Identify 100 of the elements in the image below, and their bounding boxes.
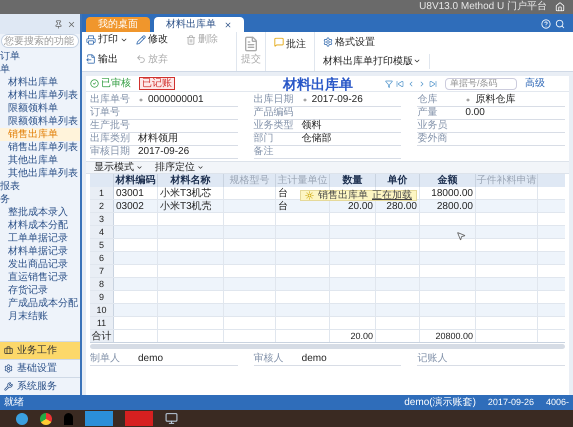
- form-field[interactable]: 0000000001: [148, 94, 238, 106]
- approve-button[interactable]: 批注: [274, 32, 306, 71]
- sidebar-item[interactable]: 发出商品记录: [0, 258, 80, 271]
- form-field[interactable]: 材料领用: [138, 133, 238, 145]
- sidebar-item[interactable]: 限额领料单: [0, 102, 80, 115]
- horizontal-scrollbar[interactable]: [90, 344, 565, 349]
- sidebar-item[interactable]: 材料出库单: [0, 76, 80, 89]
- form-field[interactable]: 领料: [302, 120, 402, 132]
- sidebar-item[interactable]: 材料单据记录: [0, 245, 80, 258]
- section-tab[interactable]: 业务工作: [0, 341, 80, 359]
- row-number: 5: [90, 239, 114, 251]
- search-icon[interactable]: [555, 19, 565, 29]
- status-date: 2017-09-26: [488, 398, 534, 407]
- undo-icon: [136, 54, 146, 64]
- form-field[interactable]: 仓储部: [302, 133, 402, 145]
- next-icon[interactable]: [418, 80, 426, 88]
- filter-icon[interactable]: [385, 80, 393, 88]
- format-button[interactable]: 格式设置: [323, 34, 430, 50]
- sidebar-item[interactable]: 其他出库单列表: [0, 167, 80, 180]
- row-number: 8: [90, 278, 114, 290]
- row-number: 1: [90, 187, 114, 199]
- search-field[interactable]: 您要搜索的功能: [1, 34, 79, 48]
- sidebar-item[interactable]: 直运销售记录: [0, 271, 80, 284]
- sidebar-item[interactable]: 整批成本录入: [0, 206, 80, 219]
- previous-icon[interactable]: [407, 80, 415, 88]
- sidebar-item[interactable]: 销售出库单列表: [0, 141, 80, 154]
- table-cell: 03001: [116, 188, 144, 199]
- row-number: 9: [90, 291, 114, 303]
- close-icon[interactable]: [67, 20, 76, 28]
- sidebar-item[interactable]: 材料成本分配: [0, 219, 80, 232]
- sidebar-item[interactable]: 存货记录: [0, 284, 80, 297]
- sidebar-item[interactable]: 订单: [0, 50, 80, 63]
- form-field[interactable]: 2017-09-26: [312, 94, 402, 106]
- first-icon[interactable]: [396, 80, 404, 88]
- monitor-icon[interactable]: [165, 412, 178, 425]
- sidebar-item[interactable]: 产成品成本分配: [0, 297, 80, 310]
- row-number: 6: [90, 252, 114, 264]
- trash-icon: [186, 34, 196, 44]
- table-cell: 台: [278, 201, 288, 212]
- form-field[interactable]: 0.00: [465, 107, 565, 119]
- sidebar-item[interactable]: 月末结账: [0, 310, 80, 323]
- view-menu[interactable]: 显示模式: [94, 162, 143, 172]
- form-field[interactable]: 原料仓库: [475, 94, 565, 106]
- loading-link[interactable]: 正在加载: [372, 190, 412, 200]
- pin-icon[interactable]: [54, 20, 63, 28]
- tab[interactable]: 材料出库单: [154, 17, 244, 32]
- sidebar-item[interactable]: 其他出库单: [0, 154, 80, 167]
- field-label: 记账人: [417, 354, 448, 364]
- sidebar-item[interactable]: 单: [0, 63, 80, 76]
- loading-icon: [305, 191, 314, 200]
- template-dropdown[interactable]: 材料出库单打印模版: [323, 54, 430, 68]
- total-label: 合计: [90, 330, 114, 342]
- sidebar-item[interactable]: 限额领料单列表: [0, 115, 80, 128]
- toolbar-button[interactable]: 输出: [86, 52, 128, 66]
- field-label: 产品编码: [254, 108, 295, 118]
- toolbar-button[interactable]: 修改: [136, 32, 178, 47]
- wrench-icon: [4, 382, 13, 391]
- field-label: 仓库: [417, 95, 438, 105]
- required-icon: [465, 97, 472, 103]
- document-search-field[interactable]: 单据号/条码: [445, 78, 517, 90]
- status-message: 就绪: [4, 398, 24, 408]
- row-number: 10: [90, 304, 114, 316]
- gear-icon: [4, 364, 13, 373]
- sidebar-item[interactable]: 材料出库单列表: [0, 89, 80, 102]
- row-number: 2: [90, 200, 114, 212]
- view-menu[interactable]: 排序定位: [155, 162, 204, 172]
- help-icon[interactable]: [541, 19, 551, 29]
- form-field[interactable]: demo: [302, 353, 402, 365]
- table-cell: 2800.00: [436, 201, 473, 212]
- field-label: 审核日期: [90, 147, 131, 157]
- caret-icon: [136, 164, 143, 171]
- field-label: 审核人: [254, 354, 285, 364]
- row-number: 11: [90, 317, 114, 329]
- table-cell: 台: [278, 188, 288, 199]
- home-icon[interactable]: [555, 2, 565, 12]
- advanced-link[interactable]: 高级: [525, 76, 545, 91]
- row-number: 4: [90, 226, 114, 238]
- toolbar-button[interactable]: 打印: [86, 32, 128, 47]
- pencil-icon: [136, 34, 146, 44]
- window-title: U8V13.0 Method U 门户平台: [419, 2, 547, 12]
- close-icon[interactable]: [224, 20, 232, 28]
- sidebar-item[interactable]: 报表: [0, 180, 80, 193]
- field-label: 订单号: [90, 108, 121, 118]
- row-number: 7: [90, 265, 114, 277]
- form-field[interactable]: demo: [138, 353, 238, 365]
- last-icon[interactable]: [429, 80, 437, 88]
- sidebar-item[interactable]: 工单单据记录: [0, 232, 80, 245]
- sidebar-item[interactable]: 务: [0, 193, 80, 206]
- status-phone: 4006-: [546, 398, 569, 407]
- total-cell: 20800.00: [435, 331, 473, 341]
- comment-icon: [274, 37, 284, 47]
- form-field[interactable]: 2017-09-26: [138, 146, 238, 158]
- printer-icon: [86, 34, 96, 44]
- document-icon: [243, 36, 259, 52]
- total-cell: 20.00: [350, 331, 373, 341]
- field-label: 部门: [254, 134, 275, 144]
- status-label: 已审核: [90, 76, 131, 91]
- row-number: 3: [90, 213, 114, 225]
- table-cell: 03002: [116, 201, 144, 212]
- check-icon: [90, 79, 99, 88]
